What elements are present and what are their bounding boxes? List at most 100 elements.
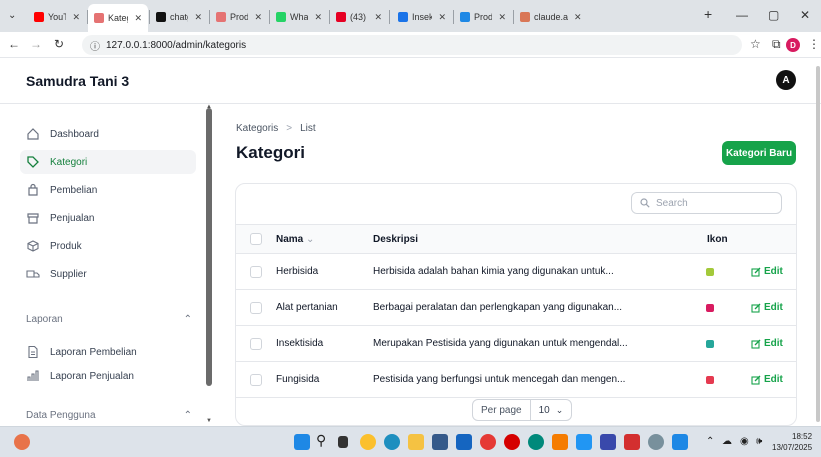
store-icon[interactable] <box>432 434 448 450</box>
sidebar-item-penjualan[interactable]: Penjualan <box>20 206 196 230</box>
browser-tab[interactable]: chatgpt ✕ <box>150 6 208 28</box>
file-explorer-icon[interactable] <box>408 434 424 450</box>
row-checkbox[interactable] <box>250 302 262 314</box>
tab-close-icon[interactable]: ✕ <box>438 12 446 23</box>
photos-app-icon[interactable] <box>360 434 376 450</box>
acrobat-icon[interactable] <box>624 434 640 450</box>
reload-icon[interactable]: ↻ <box>54 37 64 51</box>
widgets-icon[interactable] <box>14 434 30 450</box>
per-page-select[interactable]: 10 ⌄ <box>531 405 572 416</box>
sidebar-item-supplier[interactable]: Supplier <box>20 262 196 286</box>
close-window-icon[interactable]: ✕ <box>800 8 810 22</box>
sidebar-group-data-pengguna[interactable]: Data Pengguna ⌃ <box>26 410 192 421</box>
browser-tab[interactable]: WhatsA ✕ <box>270 6 328 28</box>
scroll-up-arrow-icon[interactable]: ▲ <box>206 104 212 110</box>
bookmark-star-icon[interactable]: ☆ <box>750 37 761 51</box>
search-placeholder: Search <box>656 197 688 209</box>
kategori-table-card: Search Nama ⌄ Deskripsi Ikon Herbisida He… <box>235 183 797 426</box>
wifi-icon[interactable]: ◉ <box>740 436 749 447</box>
search-taskbar-icon[interactable]: ⚲ <box>316 432 332 448</box>
sort-chevron-icon: ⌄ <box>306 234 315 245</box>
teams-icon[interactable] <box>600 434 616 450</box>
browser-tab[interactable]: Kategori ✕ <box>88 4 148 32</box>
network-icon[interactable]: ☁ <box>722 436 732 447</box>
browser-tab[interactable]: YouTub ✕ <box>28 6 86 28</box>
tab-close-icon[interactable]: ✕ <box>498 12 506 23</box>
cube-icon <box>26 239 40 253</box>
url-input[interactable]: ⓘ 127.0.0.1:8000/admin/kategoris <box>82 35 742 55</box>
column-header-nama[interactable]: Nama ⌄ <box>276 234 314 245</box>
sidebar-item-laporan-pembelian[interactable]: Laporan Pembelian <box>20 340 196 364</box>
sidebar-scrollbar[interactable] <box>206 108 212 386</box>
browser-menu-icon[interactable]: ⋮ <box>808 37 820 51</box>
breadcrumb-link-kategoris[interactable]: Kategoris <box>236 123 278 134</box>
table-row[interactable]: Insektisida Merupakan Pestisida yang digu… <box>236 326 796 362</box>
sidebar-item-pembelian[interactable]: Pembelian <box>20 178 196 202</box>
tab-close-icon[interactable]: ✕ <box>72 12 80 23</box>
table-row[interactable]: Fungisida Pestisida yang berfungsi untuk … <box>236 362 796 398</box>
edit-icon <box>751 267 761 277</box>
settings-icon[interactable] <box>648 434 664 450</box>
task-view-icon[interactable] <box>338 436 348 448</box>
tray-chevron-up-icon[interactable]: ⌃ <box>706 436 714 447</box>
edit-button[interactable]: Edit <box>751 338 783 349</box>
tab-close-icon[interactable]: ✕ <box>254 12 262 23</box>
profile-avatar[interactable]: D <box>786 38 800 52</box>
row-checkbox[interactable] <box>250 266 262 278</box>
clock-time: 18:52 <box>792 432 813 441</box>
sidebar-item-laporan-penjualan[interactable]: Laporan Penjualan <box>20 364 196 388</box>
start-icon[interactable] <box>294 434 310 450</box>
edge-icon[interactable] <box>384 434 400 450</box>
page-scrollbar[interactable] <box>816 66 820 422</box>
xampp-icon[interactable] <box>552 434 568 450</box>
browser-tab[interactable]: Produk ✕ <box>454 6 512 28</box>
new-tab-button[interactable]: + <box>704 6 712 22</box>
chevron-up-icon: ⌃ <box>183 314 192 325</box>
edit-button[interactable]: Edit <box>751 302 783 313</box>
tab-close-icon[interactable]: ✕ <box>314 12 322 23</box>
edit-icon <box>751 339 761 349</box>
tab-label: Produk <box>474 12 493 22</box>
edge-dev-icon[interactable] <box>528 434 544 450</box>
new-kategori-button[interactable]: Kategori Baru <box>722 141 796 165</box>
sidebar-item-produk[interactable]: Produk <box>20 234 196 258</box>
user-avatar[interactable]: A <box>776 70 796 90</box>
browser-tab[interactable]: Produk ✕ <box>210 6 268 28</box>
browser-tab[interactable]: Insektis ✕ <box>392 6 452 28</box>
browser-tab[interactable]: claude.a ✕ <box>514 6 590 28</box>
lens-app-icon[interactable] <box>456 434 472 450</box>
volume-icon[interactable]: 🕪 <box>756 436 762 447</box>
tab-close-icon[interactable]: ✕ <box>574 12 582 23</box>
minimize-icon[interactable]: — <box>736 8 748 22</box>
row-description: Berbagai peralatan dan perlengkapan yang… <box>373 302 623 313</box>
sidebar-group-laporan[interactable]: Laporan ⌃ <box>26 314 192 325</box>
tab-close-icon[interactable]: ✕ <box>134 13 142 24</box>
restore-icon[interactable]: ▢ <box>768 8 779 22</box>
scroll-down-arrow-icon[interactable]: ▼ <box>206 418 212 424</box>
chrome-icon[interactable] <box>480 434 496 450</box>
opera-icon[interactable] <box>504 434 520 450</box>
tab-close-icon[interactable]: ✕ <box>194 12 202 23</box>
tab-close-icon[interactable]: ✕ <box>374 12 382 23</box>
back-icon[interactable]: ← <box>8 37 20 51</box>
browser-tab[interactable]: (43) Pin ✕ <box>330 6 388 28</box>
sidebar-item-dashboard[interactable]: Dashboard <box>20 122 196 146</box>
url-text: 127.0.0.1:8000/admin/kategoris <box>106 39 247 51</box>
tab-list-dropdown-icon[interactable]: ⌄ <box>8 10 16 21</box>
taskbar-clock[interactable]: 18:52 13/07/2025 <box>772 431 812 453</box>
edit-button[interactable]: Edit <box>751 374 783 385</box>
snipping-tool-icon[interactable] <box>672 434 688 450</box>
extensions-icon[interactable]: ⧉ <box>772 37 781 52</box>
table-row[interactable]: Herbisida Herbisida adalah bahan kimia ya… <box>236 254 796 290</box>
site-info-icon[interactable]: ⓘ <box>90 38 100 53</box>
forward-icon[interactable]: → <box>30 37 42 51</box>
vscode-icon[interactable] <box>576 434 592 450</box>
brand-title: Samudra Tani 3 <box>26 73 130 89</box>
edit-button[interactable]: Edit <box>751 266 783 277</box>
row-checkbox[interactable] <box>250 374 262 386</box>
sidebar-item-kategori[interactable]: Kategori <box>20 150 196 174</box>
select-all-checkbox[interactable] <box>250 233 262 245</box>
search-input[interactable]: Search <box>631 192 782 214</box>
table-row[interactable]: Alat pertanian Berbagai peralatan dan per… <box>236 290 796 326</box>
row-checkbox[interactable] <box>250 338 262 350</box>
